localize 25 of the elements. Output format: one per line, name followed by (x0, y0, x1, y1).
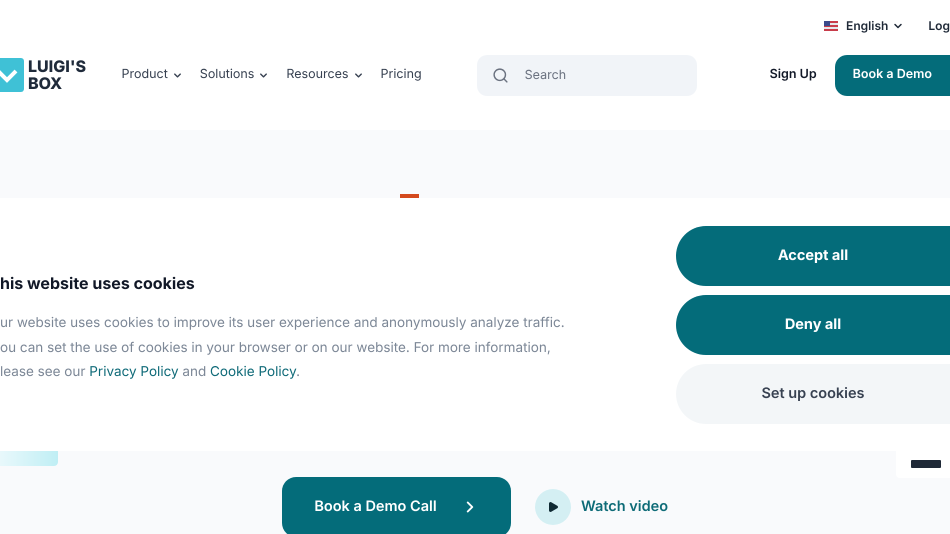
nav-link[interactable]: Product (122, 66, 183, 84)
cookie-button[interactable]: Accept all (676, 226, 950, 286)
nav-link[interactable]: Solutions (200, 66, 270, 84)
watch-video-button[interactable]: Watch video (535, 489, 668, 525)
policy-link[interactable]: Cookie Policy (210, 364, 296, 380)
flag-icon (824, 21, 838, 31)
login-link[interactable]: Log (928, 17, 950, 35)
play-icon (535, 489, 571, 525)
cookie-button[interactable]: Set up cookies (676, 364, 950, 424)
cookie-button[interactable]: Deny all (676, 295, 950, 355)
book-demo-button[interactable]: Book a Demo (834, 54, 950, 96)
cookie-title: his website uses cookies (0, 272, 196, 295)
logo-text: LUIGI'S BOX (28, 58, 86, 92)
policy-link[interactable]: Privacy Policy (89, 364, 179, 380)
accent-mark (400, 194, 419, 198)
search-icon (492, 66, 509, 84)
nav-link[interactable]: Resources (286, 66, 364, 84)
search-field[interactable]: Search (476, 54, 697, 96)
language-selector[interactable]: English (846, 17, 904, 35)
sign-up-link[interactable]: Sign Up (770, 66, 817, 84)
book-demo-call-button[interactable]: Book a Demo Call (282, 477, 511, 534)
decorative-bar (0, 450, 58, 466)
nav-link[interactable]: Pricing (380, 66, 422, 84)
cookie-text: ur website uses cookies to improve its user experience and anonymously analyze traffic. ou can set the use of cookies in your browser or on our website. For more information, lease see our Privacy Policy and Cookie Policy. (0, 314, 565, 382)
add-to-cart-drawing (911, 460, 941, 468)
